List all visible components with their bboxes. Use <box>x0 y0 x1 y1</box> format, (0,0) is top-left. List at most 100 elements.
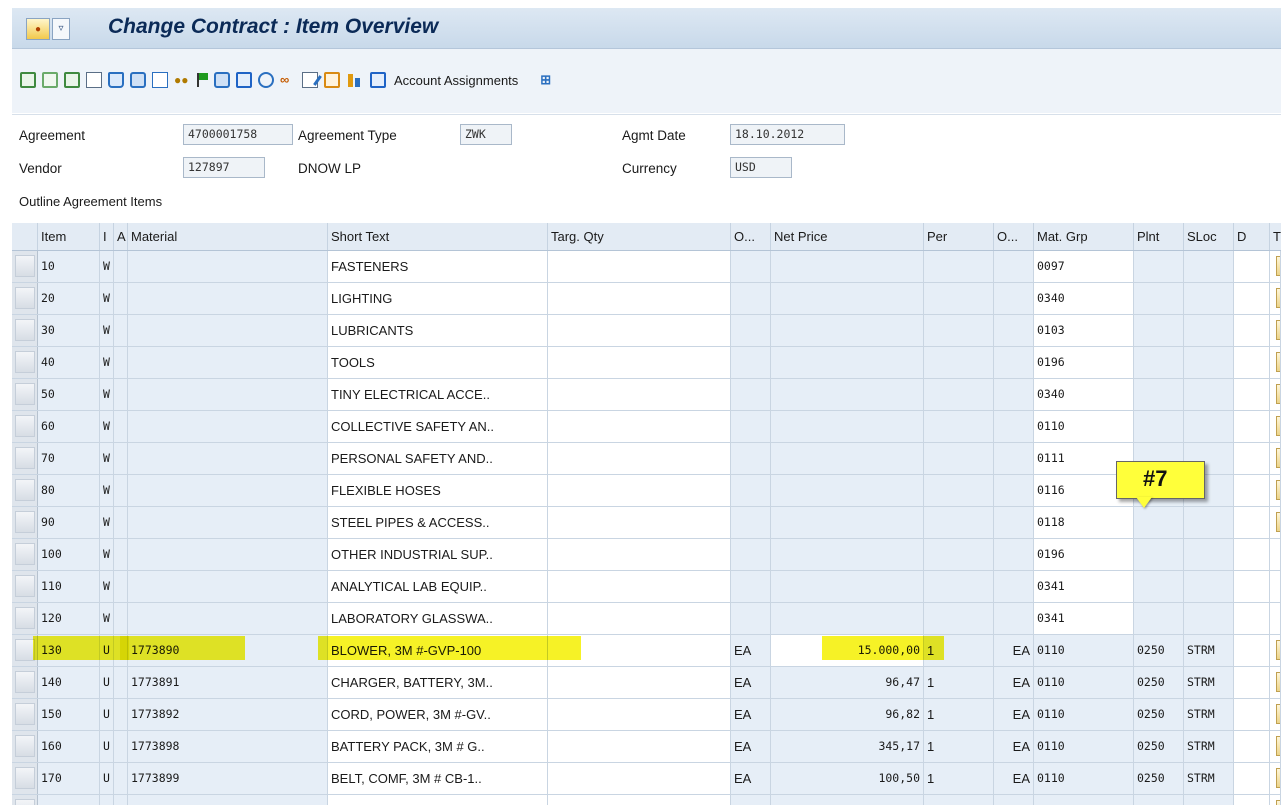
table-row[interactable]: 110 W ANALYTICAL LAB EQUIP.. 0341 <box>12 571 1281 603</box>
row-selector[interactable] <box>12 539 38 570</box>
cell-targ-qty[interactable] <box>548 475 731 506</box>
agreement-type-field[interactable]: ZWK <box>460 124 512 145</box>
table-row[interactable]: 160 U 1773898 BATTERY PACK, 3M # G.. EA 345,1… <box>12 731 1281 763</box>
statistics-icon[interactable] <box>346 72 364 88</box>
col-per[interactable]: Per <box>924 223 994 250</box>
col-order-price-unit[interactable]: O... <box>994 223 1034 250</box>
row-selector[interactable] <box>12 667 38 698</box>
row-selector[interactable] <box>12 283 38 314</box>
row-selector[interactable] <box>12 603 38 634</box>
col-order-unit[interactable]: O... <box>731 223 771 250</box>
cell-t-button[interactable] <box>1270 571 1281 602</box>
row-selector[interactable] <box>12 699 38 730</box>
delete-icon[interactable] <box>108 72 124 88</box>
table-row[interactable]: 170 U 1773899 BELT, COMF, 3M # CB-1.. EA 100,… <box>12 763 1281 795</box>
currency-field[interactable]: USD <box>730 157 792 178</box>
print-icon[interactable] <box>130 72 146 88</box>
cell-t-button[interactable] <box>1270 443 1281 474</box>
table-row[interactable]: 20 W LIGHTING 0340 <box>12 283 1281 315</box>
cell-targ-qty[interactable] <box>548 699 731 730</box>
select-all-header[interactable] <box>12 223 38 250</box>
cell-t-button[interactable] <box>1270 315 1281 346</box>
table-row[interactable]: 90 W STEEL PIPES & ACCESS.. 0118 <box>12 507 1281 539</box>
cell-short-text[interactable]: TOOLS <box>328 347 548 378</box>
cell-targ-qty[interactable] <box>548 379 731 410</box>
cell-t-button[interactable] <box>1270 283 1281 314</box>
table-row[interactable]: 50 W TINY ELECTRICAL ACCE.. 0340 <box>12 379 1281 411</box>
agmt-date-field[interactable]: 18.10.2012 <box>730 124 845 145</box>
table-row[interactable]: 100 W OTHER INDUSTRIAL SUP.. 0196 <box>12 539 1281 571</box>
cell-t-button[interactable] <box>1270 507 1281 538</box>
cell-targ-qty[interactable] <box>548 411 731 442</box>
row-selector[interactable] <box>12 315 38 346</box>
table-row[interactable]: 180U1774194RESPIRATOR WELD, 3M..EA4,671E… <box>12 795 1281 805</box>
overview-icon[interactable] <box>64 72 80 88</box>
col-mat-grp[interactable]: Mat. Grp <box>1034 223 1134 250</box>
col-i[interactable]: I <box>100 223 114 250</box>
cell-short-text[interactable]: OTHER INDUSTRIAL SUP.. <box>328 539 548 570</box>
table-row[interactable]: 140 U 1773891 CHARGER, BATTERY, 3M.. EA 96,47… <box>12 667 1281 699</box>
cell-t-button[interactable] <box>1270 539 1281 570</box>
col-targ-qty[interactable]: Targ. Qty <box>548 223 731 250</box>
table-row[interactable]: 150 U 1773892 CORD, POWER, 3M #-GV.. EA 96,82… <box>12 699 1281 731</box>
cell-t-button[interactable] <box>1270 475 1281 506</box>
cell-targ-qty[interactable] <box>548 443 731 474</box>
cell-targ-qty[interactable] <box>548 571 731 602</box>
cell-short-text[interactable]: BELT, COMF, 3M # CB-1.. <box>328 763 548 794</box>
row-selector[interactable] <box>12 571 38 602</box>
cell-t-button[interactable] <box>1270 667 1281 698</box>
table-row[interactable]: 40 W TOOLS 0196 <box>12 347 1281 379</box>
row-selector[interactable] <box>12 347 38 378</box>
row-selector[interactable] <box>12 411 38 442</box>
cell-short-text[interactable]: LABORATORY GLASSWA.. <box>328 603 548 634</box>
print-icon-2[interactable] <box>214 72 230 88</box>
services-icon[interactable] <box>324 72 340 88</box>
cell-short-text[interactable]: TINY ELECTRICAL ACCE.. <box>328 379 548 410</box>
row-selector[interactable] <box>12 443 38 474</box>
cell-short-text[interactable]: CORD, POWER, 3M #-GV.. <box>328 699 548 730</box>
col-sloc[interactable]: SLoc <box>1184 223 1234 250</box>
cell-short-text[interactable]: CHARGER, BATTERY, 3M.. <box>328 667 548 698</box>
cell-t-button[interactable] <box>1270 635 1281 666</box>
col-a[interactable]: A <box>114 223 128 250</box>
cell-targ-qty[interactable] <box>548 315 731 346</box>
text-icon[interactable] <box>236 72 252 88</box>
find-icon[interactable] <box>258 72 274 88</box>
cell-short-text[interactable]: STEEL PIPES & ACCESS.. <box>328 507 548 538</box>
col-d[interactable]: D <box>1234 223 1270 250</box>
cell-short-text[interactable]: LIGHTING <box>328 283 548 314</box>
row-selector[interactable] <box>12 507 38 538</box>
new-page-icon[interactable] <box>86 72 102 88</box>
cell-t-button[interactable] <box>1270 411 1281 442</box>
cell-short-text[interactable]: BATTERY PACK, 3M # G.. <box>328 731 548 762</box>
cell-short-text[interactable]: ANALYTICAL LAB EQUIP.. <box>328 571 548 602</box>
cell-short-text[interactable]: LUBRICANTS <box>328 315 548 346</box>
row-selector[interactable] <box>12 379 38 410</box>
header-icon[interactable] <box>20 72 36 88</box>
note-icon[interactable] <box>152 72 168 88</box>
cell-targ-qty[interactable] <box>548 667 731 698</box>
col-plnt[interactable]: Plnt <box>1134 223 1184 250</box>
binoculars-icon[interactable]: ∞ <box>280 72 296 88</box>
table-row[interactable]: 80 W FLEXIBLE HOSES 0116 <box>12 475 1281 507</box>
row-selector[interactable] <box>12 251 38 282</box>
item-detail-icon[interactable] <box>42 72 58 88</box>
cell-t-button[interactable] <box>1270 251 1281 282</box>
cell-t-button[interactable] <box>1270 763 1281 794</box>
cell-targ-qty[interactable] <box>548 251 731 282</box>
col-t[interactable]: T <box>1270 223 1281 250</box>
row-selector[interactable] <box>12 795 38 805</box>
cell-targ-qty[interactable] <box>548 795 731 805</box>
cell-t-button[interactable] <box>1270 347 1281 378</box>
cell-t-button[interactable] <box>1270 603 1281 634</box>
window-menu-icon[interactable]: ▿ <box>52 18 70 40</box>
vendor-field[interactable]: 127897 <box>183 157 265 178</box>
cell-t-button[interactable] <box>1270 699 1281 730</box>
table-row[interactable]: 10 W FASTENERS 0097 <box>12 251 1281 283</box>
col-material[interactable]: Material <box>128 223 328 250</box>
partners-icon[interactable]: ●● <box>174 72 190 88</box>
col-short-text[interactable]: Short Text <box>328 223 548 250</box>
row-selector[interactable] <box>12 731 38 762</box>
cell-t-button[interactable] <box>1270 795 1281 805</box>
cell-short-text[interactable]: FLEXIBLE HOSES <box>328 475 548 506</box>
